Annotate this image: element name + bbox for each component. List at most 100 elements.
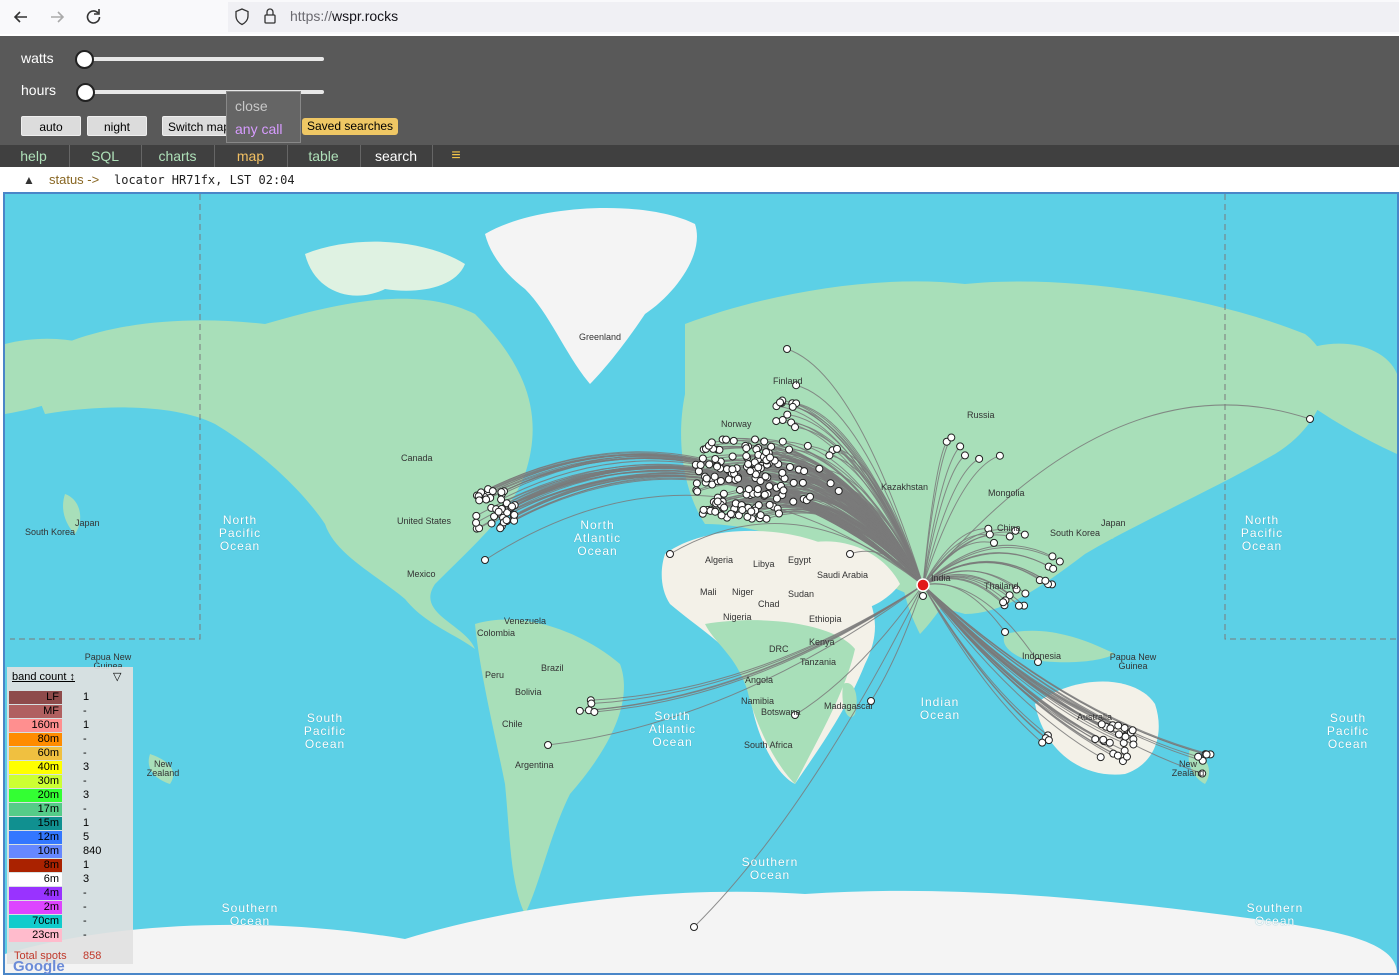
spot-marker[interactable] [956, 442, 965, 451]
spot-marker[interactable] [815, 464, 824, 473]
band-row[interactable]: 2m - [9, 901, 129, 915]
spot-marker[interactable] [767, 442, 776, 451]
spot-marker[interactable] [728, 465, 737, 474]
spot-marker[interactable] [698, 454, 707, 463]
band-swatch[interactable]: 80m [9, 733, 62, 746]
band-row[interactable]: 12m 5 [9, 831, 129, 845]
band-swatch[interactable]: 60m [9, 747, 62, 760]
spot-marker[interactable] [975, 454, 984, 463]
spot-marker[interactable] [744, 485, 753, 494]
band-swatch[interactable]: 15m [9, 817, 62, 830]
spot-marker[interactable] [756, 511, 765, 520]
spot-marker[interactable] [776, 398, 785, 407]
spot-marker[interactable] [1106, 724, 1115, 733]
spot-marker[interactable] [487, 519, 496, 528]
spot-marker[interactable] [1202, 750, 1211, 759]
spot-marker[interactable] [995, 451, 1004, 460]
spot-marker[interactable] [826, 479, 835, 488]
band-swatch[interactable]: 20m [9, 789, 62, 802]
spot-marker[interactable] [690, 923, 698, 931]
spot-marker[interactable] [783, 345, 791, 353]
spot-marker[interactable] [702, 474, 711, 483]
band-row[interactable]: 60m - [9, 747, 129, 761]
saved-searches-button[interactable]: Saved searches [302, 118, 399, 135]
spot-marker[interactable] [791, 423, 800, 432]
spot-marker[interactable] [1049, 564, 1058, 573]
spot-marker[interactable] [1055, 557, 1064, 566]
band-swatch[interactable]: MF [9, 705, 62, 718]
forward-icon[interactable] [46, 6, 68, 28]
band-row[interactable]: 40m 3 [9, 761, 129, 775]
spot-marker[interactable] [1001, 628, 1009, 636]
spot-marker[interactable] [497, 488, 506, 497]
band-swatch[interactable]: 160m [9, 719, 62, 732]
spot-marker[interactable] [1038, 738, 1047, 747]
spot-marker[interactable] [985, 530, 994, 539]
spot-marker[interactable] [475, 496, 484, 505]
filter-icon[interactable]: ▽ [113, 670, 121, 683]
spot-marker[interactable] [1021, 589, 1030, 598]
popup-any-call-option[interactable]: any call [235, 121, 282, 137]
spot-marker[interactable] [803, 441, 812, 450]
band-row[interactable]: 15m 1 [9, 817, 129, 831]
world-map[interactable]: Greenland Finland Norway Russia Canada K… [3, 192, 1399, 975]
spot-marker[interactable] [1014, 601, 1023, 610]
spot-marker[interactable] [778, 468, 787, 477]
spot-marker[interactable] [760, 437, 769, 446]
spot-marker[interactable] [488, 487, 497, 496]
tab-search[interactable]: search [361, 145, 431, 167]
band-row[interactable]: 70cm - [9, 915, 129, 929]
reload-icon[interactable] [82, 6, 104, 28]
spot-marker[interactable] [1105, 738, 1114, 747]
spot-marker[interactable] [772, 494, 781, 503]
band-row[interactable]: 20m 3 [9, 789, 129, 803]
spot-marker[interactable] [1121, 732, 1130, 741]
spot-marker[interactable] [502, 516, 511, 525]
spot-marker[interactable] [720, 503, 729, 512]
spot-marker[interactable] [753, 485, 762, 494]
spot-marker[interactable] [1113, 751, 1122, 760]
spot-marker[interactable] [765, 482, 774, 491]
spot-marker[interactable] [738, 505, 747, 514]
tab-table[interactable]: table [288, 145, 359, 167]
spot-marker[interactable] [510, 510, 519, 519]
spot-marker[interactable] [765, 500, 774, 509]
band-swatch[interactable]: 10m [9, 845, 62, 858]
spot-marker[interactable] [919, 592, 927, 600]
tab-charts[interactable]: charts [142, 145, 213, 167]
spot-marker[interactable] [751, 435, 760, 444]
band-swatch[interactable]: 23cm [9, 929, 62, 942]
spot-marker[interactable] [1005, 532, 1014, 541]
band-swatch[interactable]: 8m [9, 859, 62, 872]
spot-marker[interactable] [713, 462, 722, 471]
band-swatch[interactable]: 4m [9, 887, 62, 900]
spot-marker[interactable] [472, 511, 481, 520]
spot-marker[interactable] [1129, 740, 1138, 749]
spot-marker[interactable] [742, 444, 751, 453]
spot-marker[interactable] [785, 462, 794, 471]
spot-marker[interactable] [707, 438, 716, 447]
spot-marker[interactable] [482, 495, 491, 504]
spot-marker[interactable] [481, 556, 489, 564]
spot-marker[interactable] [783, 410, 792, 419]
spot-marker[interactable] [722, 435, 731, 444]
spot-marker[interactable] [947, 433, 956, 442]
spot-marker[interactable] [754, 463, 763, 472]
band-row[interactable]: 30m - [9, 775, 129, 789]
spot-marker[interactable] [735, 485, 744, 494]
status-label[interactable]: status -> [49, 172, 99, 187]
spot-marker[interactable] [1128, 726, 1137, 735]
spot-marker[interactable] [696, 461, 705, 470]
spot-marker[interactable] [710, 472, 719, 481]
band-row[interactable]: LF 1 [9, 691, 129, 705]
collapse-triangle-icon[interactable]: ▲ [23, 173, 35, 187]
spot-marker[interactable] [789, 478, 798, 487]
back-icon[interactable] [10, 6, 32, 28]
spot-marker[interactable] [590, 707, 599, 716]
spot-marker[interactable] [575, 706, 584, 715]
spot-marker[interactable] [760, 490, 769, 499]
hamburger-icon[interactable]: ≡ [445, 145, 467, 167]
spot-marker[interactable] [544, 741, 552, 749]
spot-marker[interactable] [729, 436, 738, 445]
switch-map-button[interactable]: Switch map [162, 116, 234, 136]
